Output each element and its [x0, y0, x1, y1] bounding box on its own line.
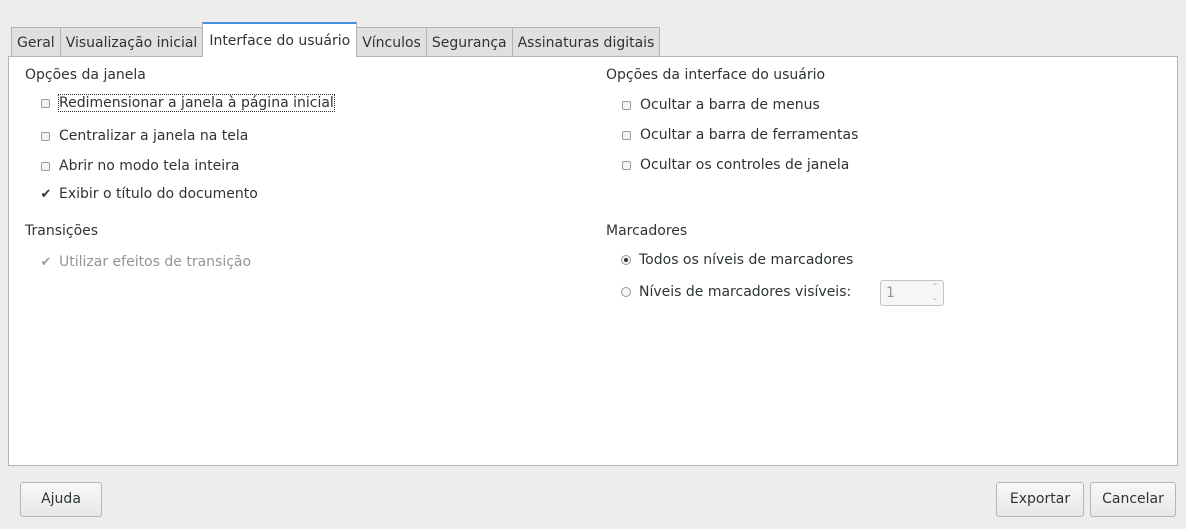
checkbox-unchecked-icon — [622, 160, 631, 170]
cancel-button[interactable]: Cancelar — [1090, 482, 1176, 517]
window-options-heading: Opções da janela — [25, 67, 146, 83]
tab-interface-do-usuario[interactable]: Interface do usuário — [202, 22, 358, 57]
visible-bookmark-levels-radio[interactable]: Níveis de marcadores visíveis: — [621, 284, 851, 300]
chevron-up-icon[interactable]: ⌃ — [927, 281, 943, 292]
tab-assinaturas-digitais[interactable]: Assinaturas digitais — [511, 27, 661, 57]
bookmarks-heading: Marcadores — [606, 223, 688, 239]
tab-visualizacao-inicial[interactable]: Visualização inicial — [59, 27, 204, 57]
fullscreen-label: Abrir no modo tela inteira — [59, 158, 240, 174]
hide-menubar-label: Ocultar a barra de menus — [640, 97, 820, 113]
tab-vinculos[interactable]: Vínculos — [356, 27, 427, 57]
checkbox-unchecked-icon — [622, 100, 631, 110]
center-window-label: Centralizar a janela na tela — [59, 128, 249, 144]
fullscreen-checkbox[interactable]: Abrir no modo tela inteira — [41, 158, 239, 174]
spin-arrows: ⌃ ⌄ — [927, 281, 943, 305]
bookmark-levels-value: 1 — [886, 285, 895, 301]
chevron-down-icon[interactable]: ⌄ — [927, 292, 943, 303]
transition-effects-checkbox: ✔ Utilizar efeitos de transição — [40, 254, 252, 270]
checkmark-icon: ✔ — [40, 254, 52, 270]
hide-window-controls-label: Ocultar os controles de janela — [640, 157, 850, 173]
checkbox-unchecked-icon — [41, 131, 50, 141]
center-window-checkbox[interactable]: Centralizar a janela na tela — [41, 128, 248, 144]
help-button[interactable]: Ajuda — [20, 482, 102, 517]
export-button[interactable]: Exportar — [996, 482, 1084, 517]
tab-bar: Geral Visualização inicial Interface do … — [11, 22, 661, 57]
checkbox-unchecked-icon — [41, 161, 50, 171]
checkbox-unchecked-icon — [622, 130, 631, 140]
visible-bookmark-levels-label: Níveis de marcadores visíveis: — [639, 284, 852, 300]
resize-window-label: Redimensionar a janela à página inicial — [58, 94, 335, 112]
transition-effects-label: Utilizar efeitos de transição — [59, 254, 252, 270]
transitions-heading: Transições — [25, 223, 99, 239]
all-bookmark-levels-radio[interactable]: Todos os níveis de marcadores — [621, 252, 853, 268]
show-title-label: Exibir o título do documento — [59, 186, 258, 202]
all-bookmark-levels-label: Todos os níveis de marcadores — [639, 252, 854, 268]
hide-menubar-checkbox[interactable]: Ocultar a barra de menus — [622, 97, 820, 113]
ui-options-heading: Opções da interface do usuário — [606, 67, 826, 83]
show-title-checkbox[interactable]: ✔ Exibir o título do documento — [40, 186, 258, 202]
tab-geral[interactable]: Geral — [11, 27, 61, 57]
resize-window-checkbox[interactable]: Redimensionar a janela à página inicial — [41, 94, 335, 112]
hide-window-controls-checkbox[interactable]: Ocultar os controles de janela — [622, 157, 849, 173]
hide-toolbar-checkbox[interactable]: Ocultar a barra de ferramentas — [622, 127, 858, 143]
radio-unselected-icon — [621, 287, 631, 297]
checkmark-icon: ✔ — [40, 186, 52, 202]
radio-selected-icon — [621, 255, 631, 265]
hide-toolbar-label: Ocultar a barra de ferramentas — [640, 127, 859, 143]
checkbox-unchecked-icon — [41, 98, 50, 108]
tab-seguranca[interactable]: Segurança — [425, 27, 513, 57]
bookmark-levels-spinbox[interactable]: 1 ⌃ ⌄ — [880, 280, 944, 306]
